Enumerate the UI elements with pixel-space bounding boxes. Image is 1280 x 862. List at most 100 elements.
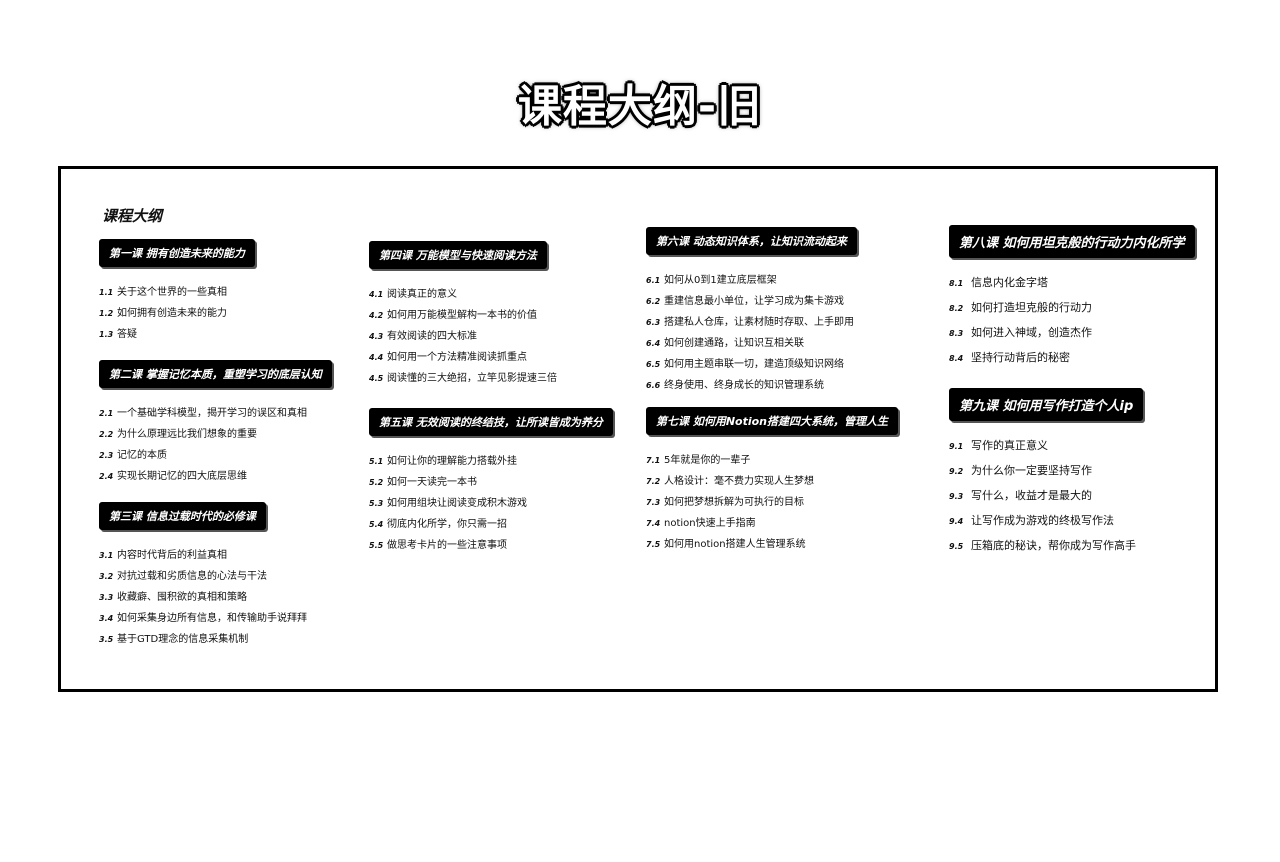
item-text: notion快速上手指南 — [664, 518, 756, 529]
list-item: 9.2 为什么你一定要坚持写作 — [949, 462, 1209, 487]
lesson-badge: 第九课 如何用写作打造个人ip — [949, 388, 1144, 421]
lesson-badge: 第三课 信息过载时代的必修课 — [99, 502, 266, 530]
list-item: 9.1 写作的真正意义 — [949, 437, 1209, 462]
item-number: 7.4 — [646, 519, 661, 528]
item-text: 如何把梦想拆解为可执行的目标 — [664, 497, 804, 508]
item-text: 记忆的本质 — [117, 450, 167, 461]
lesson-7: 第七课 如何用Notion搭建四大系统，管理人生 7.1 5年就是你的一辈子 7.… — [646, 407, 946, 556]
column-1: 第一课 拥有创造未来的能力 1.1 关于这个世界的一些真相 1.2 如何拥有创造未来… — [99, 239, 389, 665]
item-text: 写什么，收益才是最大的 — [971, 489, 1092, 502]
item-number: 8.1 — [949, 279, 964, 288]
item-text: 实现长期记忆的四大底层思维 — [117, 471, 247, 482]
item-text: 让写作成为游戏的终极写作法 — [971, 514, 1114, 527]
list-item: 5.2 如何一天读完一本书 — [369, 473, 639, 494]
list-item: 3.3 收藏癖、囤积欲的真相和策略 — [99, 588, 389, 609]
item-number: 9.4 — [949, 517, 964, 526]
item-text: 如何一天读完一本书 — [387, 477, 477, 488]
lesson-items: 3.1 内容时代背后的利益真相 3.2 对抗过载和劣质信息的心法与干法 3.3 收藏癖… — [99, 546, 389, 651]
list-item: 5.4 彻底内化所学，你只需一招 — [369, 515, 639, 536]
item-text: 写作的真正意义 — [971, 439, 1048, 452]
item-text: 重建信息最小单位，让学习成为集卡游戏 — [664, 296, 844, 307]
item-text: 阅读懂的三大绝招，立竿见影提速三倍 — [387, 373, 557, 384]
list-item: 3.2 对抗过载和劣质信息的心法与干法 — [99, 567, 389, 588]
item-number: 3.5 — [99, 635, 114, 644]
item-text: 答疑 — [117, 329, 137, 340]
item-number: 4.4 — [369, 353, 384, 362]
item-number: 3.1 — [99, 551, 114, 560]
item-number: 9.5 — [949, 542, 964, 551]
list-item: 4.5 阅读懂的三大绝招，立竿见影提速三倍 — [369, 369, 639, 390]
list-item: 2.2 为什么原理远比我们想象的重要 — [99, 425, 389, 446]
list-item: 7.2 人格设计：毫不费力实现人生梦想 — [646, 472, 946, 493]
list-item: 7.3 如何把梦想拆解为可执行的目标 — [646, 493, 946, 514]
list-item: 4.4 如何用一个方法精准阅读抓重点 — [369, 348, 639, 369]
item-number: 3.2 — [99, 572, 114, 581]
list-item: 1.3 答疑 — [99, 325, 389, 346]
item-text: 彻底内化所学，你只需一招 — [387, 519, 507, 530]
item-number: 1.3 — [99, 330, 114, 339]
item-text: 如何用组块让阅读变成积木游戏 — [387, 498, 527, 509]
item-number: 3.3 — [99, 593, 114, 602]
list-item: 9.3 写什么，收益才是最大的 — [949, 487, 1209, 512]
item-number: 2.1 — [99, 409, 114, 418]
item-text: 如何用主题串联一切，建造顶级知识网络 — [664, 359, 844, 370]
list-item: 1.2 如何拥有创造未来的能力 — [99, 304, 389, 325]
item-number: 8.2 — [949, 304, 964, 313]
list-item: 9.4 让写作成为游戏的终极写作法 — [949, 512, 1209, 537]
column-4: 第八课 如何用坦克般的行动力内化所学 8.1 信息内化金字塔 8.2 如何打造坦克般… — [949, 225, 1209, 576]
list-item: 6.2 重建信息最小单位，让学习成为集卡游戏 — [646, 292, 946, 313]
item-text: 搭建私人仓库，让素材随时存取、上手即用 — [664, 317, 854, 328]
lesson-badge: 第二课 掌握记忆本质，重塑学习的底层认知 — [99, 360, 332, 388]
lesson-5: 第五课 无效阅读的终结技，让所读皆成为养分 5.1 如何让你的理解能力搭载外挂 5… — [369, 408, 639, 557]
lesson-6: 第六课 动态知识体系，让知识流动起来 6.1 如何从0到1建立底层框架 6.2 重建… — [646, 227, 946, 397]
item-text: 如何采集身边所有信息，和传输助手说拜拜 — [117, 613, 307, 624]
item-text: 如何用notion搭建人生管理系统 — [664, 539, 806, 550]
item-number: 4.2 — [369, 311, 384, 320]
list-item: 6.6 终身使用、终身成长的知识管理系统 — [646, 376, 946, 397]
item-number: 5.2 — [369, 478, 384, 487]
item-text: 如何从0到1建立底层框架 — [664, 275, 777, 286]
item-number: 4.1 — [369, 290, 384, 299]
item-number: 9.1 — [949, 442, 964, 451]
item-number: 8.3 — [949, 329, 964, 338]
lesson-items: 9.1 写作的真正意义 9.2 为什么你一定要坚持写作 9.3 写什么，收益才是最大的… — [949, 437, 1209, 562]
item-text: 压箱底的秘诀，帮你成为写作高手 — [971, 539, 1136, 552]
list-item: 5.5 做思考卡片的一些注意事项 — [369, 536, 639, 557]
panel-label: 课程大纲 — [102, 207, 163, 225]
item-text: 如何创建通路，让知识互相关联 — [664, 338, 804, 349]
list-item: 5.1 如何让你的理解能力搭载外挂 — [369, 452, 639, 473]
list-item: 8.2 如何打造坦克般的行动力 — [949, 299, 1209, 324]
list-item: 1.1 关于这个世界的一些真相 — [99, 283, 389, 304]
list-item: 7.4 notion快速上手指南 — [646, 514, 946, 535]
item-text: 阅读真正的意义 — [387, 289, 457, 300]
lesson-1: 第一课 拥有创造未来的能力 1.1 关于这个世界的一些真相 1.2 如何拥有创造未来… — [99, 239, 389, 346]
item-text: 信息内化金字塔 — [971, 276, 1048, 289]
item-number: 9.2 — [949, 467, 964, 476]
item-text: 如何让你的理解能力搭载外挂 — [387, 456, 517, 467]
list-item: 4.1 阅读真正的意义 — [369, 285, 639, 306]
lesson-items: 6.1 如何从0到1建立底层框架 6.2 重建信息最小单位，让学习成为集卡游戏 6.… — [646, 271, 946, 397]
list-item: 2.4 实现长期记忆的四大底层思维 — [99, 467, 389, 488]
item-number: 4.5 — [369, 374, 384, 383]
lesson-9: 第九课 如何用写作打造个人ip 9.1 写作的真正意义 9.2 为什么你一定要坚持写… — [949, 388, 1209, 562]
list-item: 3.1 内容时代背后的利益真相 — [99, 546, 389, 567]
lesson-items: 7.1 5年就是你的一辈子 7.2 人格设计：毫不费力实现人生梦想 7.3 如何把梦想… — [646, 451, 946, 556]
item-text: 如何进入神域，创造杰作 — [971, 326, 1092, 339]
list-item: 8.1 信息内化金字塔 — [949, 274, 1209, 299]
column-2: 第四课 万能模型与快速阅读方法 4.1 阅读真正的意义 4.2 如何用万能模型解构一… — [369, 241, 639, 571]
item-number: 8.4 — [949, 354, 964, 363]
lesson-items: 8.1 信息内化金字塔 8.2 如何打造坦克般的行动力 8.3 如何进入神域，创造杰作… — [949, 274, 1209, 374]
list-item: 6.1 如何从0到1建立底层框架 — [646, 271, 946, 292]
lesson-badge: 第五课 无效阅读的终结技，让所读皆成为养分 — [369, 408, 613, 436]
item-text: 如何用万能模型解构一本书的价值 — [387, 310, 537, 321]
lesson-3: 第三课 信息过载时代的必修课 3.1 内容时代背后的利益真相 3.2 对抗过载和劣质… — [99, 502, 389, 651]
lesson-badge: 第八课 如何用坦克般的行动力内化所学 — [949, 225, 1195, 258]
item-text: 内容时代背后的利益真相 — [117, 550, 227, 561]
lesson-badge: 第六课 动态知识体系，让知识流动起来 — [646, 227, 857, 255]
item-number: 3.4 — [99, 614, 114, 623]
item-number: 2.3 — [99, 451, 114, 460]
lesson-8: 第八课 如何用坦克般的行动力内化所学 8.1 信息内化金字塔 8.2 如何打造坦克般… — [949, 225, 1209, 374]
item-text: 人格设计：毫不费力实现人生梦想 — [664, 476, 814, 487]
item-number: 1.2 — [99, 309, 114, 318]
item-number: 5.1 — [369, 457, 384, 466]
